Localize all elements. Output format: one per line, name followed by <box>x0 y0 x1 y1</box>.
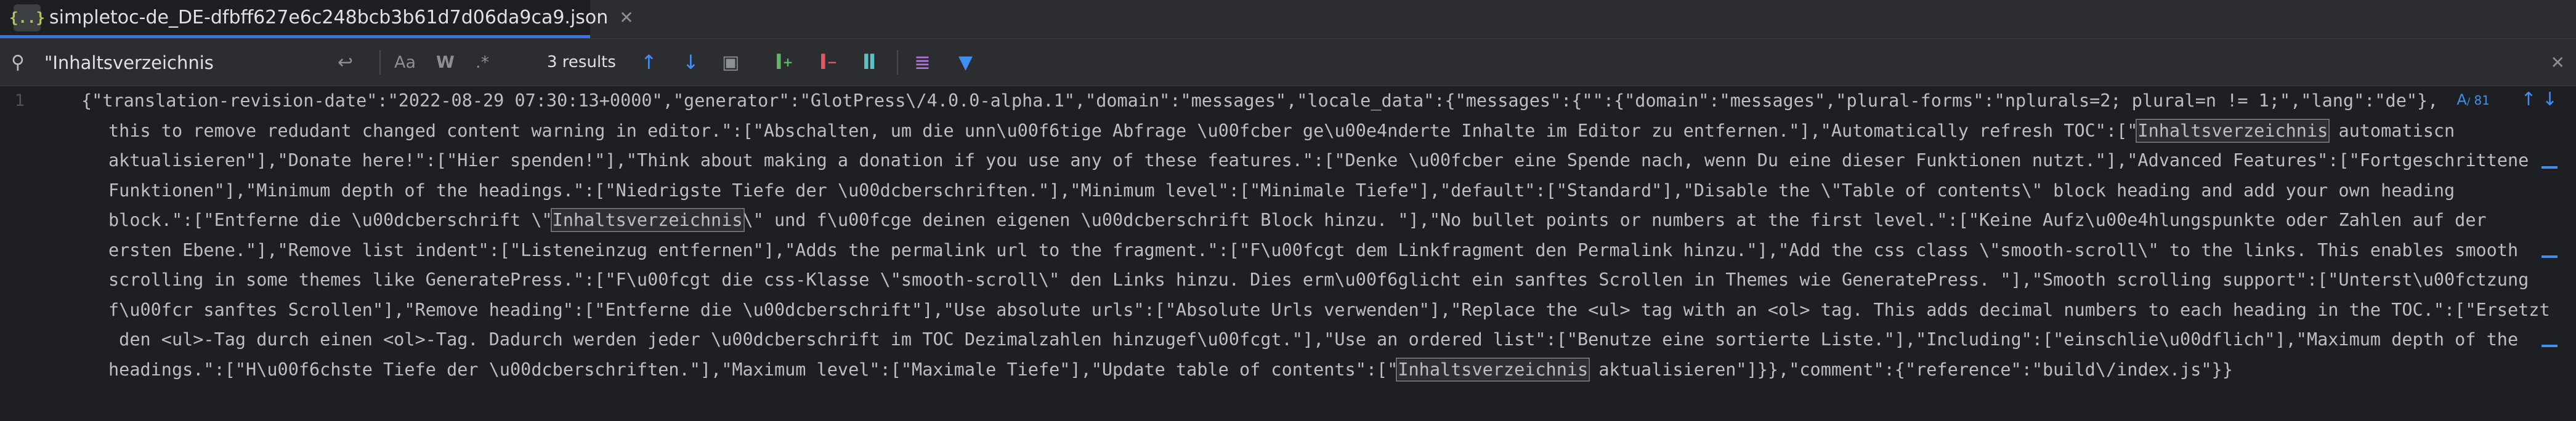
code-line: block.":["Entferne die \u00dcberschrift … <box>108 208 2487 232</box>
code-line: ersten Ebene."],"Remove list indent":["L… <box>108 239 2519 260</box>
find-bar: ⚲ ↩ Aa W .* 3 results ↑ ↓ ▣ I+ I− Ⅱ ≣ ▼ … <box>0 39 2576 86</box>
search-match[interactable]: Inhaltsverzeichnis <box>550 208 745 232</box>
results-count: 3 results <box>547 53 616 71</box>
match-marker[interactable] <box>2542 166 2558 169</box>
code-line: aktualisieren"],"Donate here!":["Hier sp… <box>108 150 2529 170</box>
add-selection-icon[interactable]: I + <box>775 39 793 86</box>
inlay-navigation-icon[interactable]: ↑ ↓ <box>2521 89 2558 110</box>
select-all-occurrences-icon[interactable]: Ⅱ <box>862 39 876 86</box>
separator <box>379 50 381 74</box>
match-marker[interactable] <box>2542 345 2558 347</box>
regex-toggle[interactable]: .* <box>476 39 489 86</box>
code-line: headings.":["H\u00f6chste Tiefe der \u00… <box>108 357 2233 382</box>
close-find-icon[interactable]: ✕ <box>2551 39 2565 86</box>
inlay-hint[interactable]: A/ 81 <box>2457 91 2490 108</box>
search-match[interactable]: Inhaltsverzeichnis <box>2136 118 2330 143</box>
whole-word-toggle[interactable]: W <box>436 39 455 86</box>
newline-icon[interactable]: ↩ <box>338 39 353 86</box>
search-in-selection-icon[interactable]: ≣ <box>914 39 931 86</box>
code-content[interactable]: {"translation-revision-date":"2022-08-29… <box>81 86 2550 385</box>
code-line: Funktionen"],"Minimum depth of the headi… <box>108 180 2455 201</box>
code-line: f\u00fcr sanftes Scrollen"],"Remove head… <box>108 299 2550 320</box>
file-tab[interactable]: {..} simpletoc-de_DE-dfbff627e6c248bcb3b… <box>0 0 634 38</box>
filter-icon[interactable]: ▼ <box>958 39 973 86</box>
line-number: 1 <box>14 91 25 110</box>
separator <box>897 50 898 74</box>
editor-tab-bar: {..} simpletoc-de_DE-dfbff627e6c248bcb3b… <box>0 0 2576 39</box>
remove-selection-icon[interactable]: I − <box>819 39 837 86</box>
code-editor[interactable]: 1 {"translation-revision-date":"2022-08-… <box>0 86 2576 421</box>
next-occurrence-icon[interactable]: ↓ <box>682 39 699 86</box>
previous-occurrence-icon[interactable]: ↑ <box>641 39 657 86</box>
search-icon[interactable]: ⚲ <box>11 39 25 86</box>
code-line: {"translation-revision-date":"2022-08-29… <box>81 90 2439 111</box>
search-match[interactable]: Inhaltsverzeichnis <box>1396 357 1590 382</box>
code-line: scrolling in some themes like GeneratePr… <box>108 270 2529 290</box>
match-case-toggle[interactable]: Aa <box>394 39 416 86</box>
match-marker[interactable] <box>2542 255 2558 258</box>
json-file-icon: {..} <box>9 4 45 31</box>
code-line: this to remove redudant changed content … <box>108 118 2455 143</box>
search-input[interactable] <box>43 47 317 78</box>
code-line: den <ul>-Tag durch einen <ol>-Tag. Dadur… <box>108 329 2519 350</box>
close-tab-icon[interactable]: ✕ <box>619 7 633 28</box>
file-tab-name: simpletoc-de_DE-dfbff627e6c248bcb3b61d7d… <box>49 7 609 28</box>
filter-results-icon[interactable]: ▣ <box>722 39 739 86</box>
